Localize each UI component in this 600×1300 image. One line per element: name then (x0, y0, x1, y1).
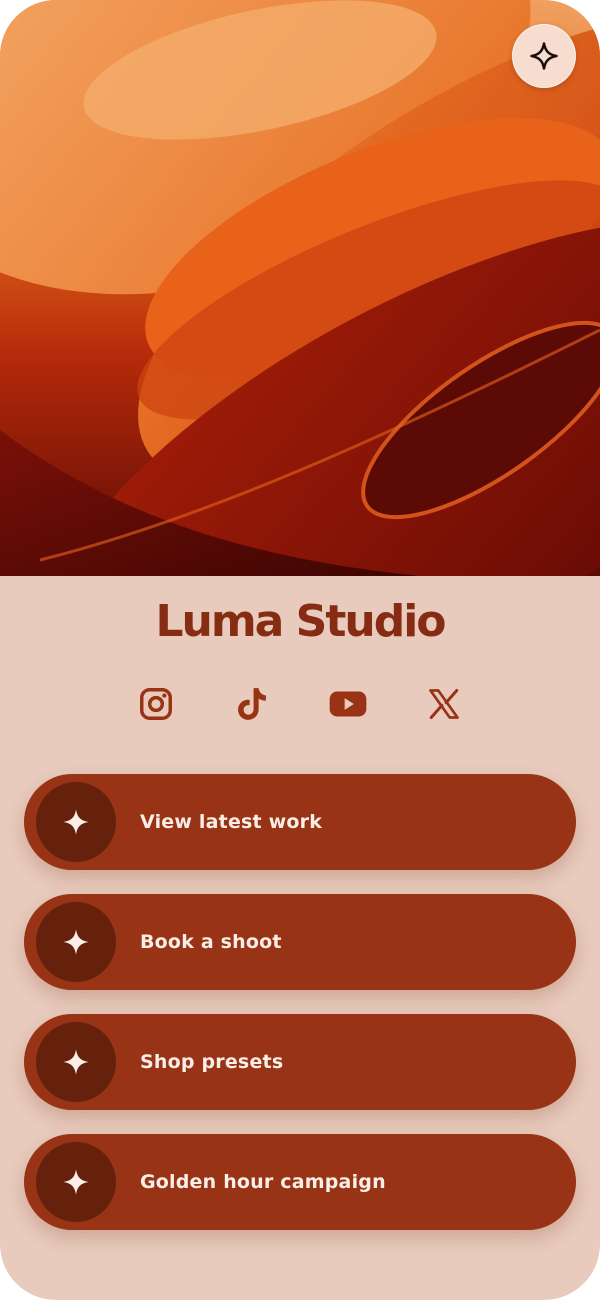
link-button-shop-presets[interactable]: Shop presets (24, 1014, 576, 1110)
link-label: View latest work (140, 811, 323, 833)
tiktok-icon (233, 684, 271, 728)
sparkle-icon (36, 902, 116, 982)
link-button-golden-hour-campaign[interactable]: Golden hour campaign (24, 1134, 576, 1230)
link-label: Book a shoot (140, 931, 282, 953)
sparkle-icon (36, 1142, 116, 1222)
link-button-view-latest-work[interactable]: View latest work (24, 774, 576, 870)
sparkle-icon (36, 1022, 116, 1102)
link-list: View latest work Book a shoot Shop prese… (24, 774, 576, 1254)
link-button-book-a-shoot[interactable]: Book a shoot (24, 894, 576, 990)
profile-card: Luma Studio View latest work Book a shoo… (0, 0, 600, 1300)
social-links (0, 682, 600, 730)
instagram-icon (137, 685, 175, 727)
hero-image (0, 0, 600, 576)
page-title: Luma Studio (155, 596, 446, 647)
sparkle-icon (529, 41, 559, 71)
sparkle-icon (36, 782, 116, 862)
link-label: Shop presets (140, 1051, 284, 1073)
x-icon (426, 686, 462, 726)
instagram-link[interactable] (132, 682, 180, 730)
x-link[interactable] (420, 682, 468, 730)
sparkle-button[interactable] (512, 24, 576, 88)
tiktok-link[interactable] (228, 682, 276, 730)
link-label: Golden hour campaign (140, 1171, 386, 1193)
youtube-link[interactable] (324, 682, 372, 730)
youtube-icon (328, 687, 368, 725)
